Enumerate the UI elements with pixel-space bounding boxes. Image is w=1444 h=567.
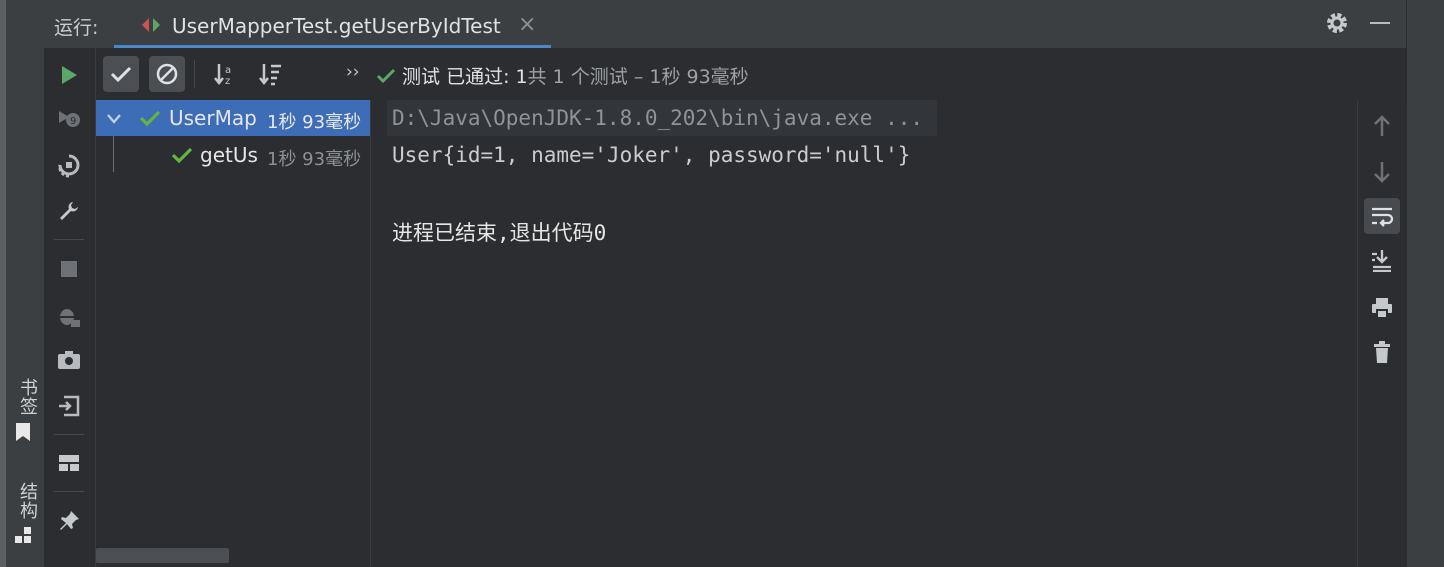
stop-icon[interactable] [54, 254, 84, 284]
tree-row-class[interactable]: UserMap 1秒 93毫秒 [96, 100, 370, 136]
soft-wrap-icon[interactable] [1364, 198, 1400, 234]
tree-horizontal-scrollbar[interactable] [96, 548, 229, 563]
console-line-exit: 进程已结束,退出代码0 [392, 221, 607, 245]
gear-icon[interactable] [1324, 10, 1350, 40]
show-ignored-toggle[interactable] [149, 56, 185, 92]
test-tree: UserMap 1秒 93毫秒 getUs 1秒 93毫秒 [96, 100, 371, 567]
status-detail-text: 共 1 个测试 – 1秒 93毫秒 [527, 66, 749, 88]
toolbar-separator [194, 60, 195, 88]
rerun-failed-icon[interactable]: 9 [54, 105, 84, 135]
console-line-command: D:\Java\OpenJDK-1.8.0_202\bin\java.exe .… [392, 106, 924, 130]
sort-by-duration-icon[interactable] [252, 56, 288, 92]
run-window-header: 运行: UserMapperTest.getUserByIdTest × [44, 0, 1406, 49]
test-toolbar: az ›› 测试 已通过: 1共 1 个测试 – 1秒 93毫秒 [96, 48, 1406, 101]
run-vertical-toolbar: 9 [44, 48, 96, 567]
toolbar-separator [54, 239, 84, 240]
structure-label: 结构 [17, 482, 38, 520]
ignored-icon [156, 63, 178, 85]
svg-text:z: z [225, 76, 230, 87]
run-config-tab[interactable]: UserMapperTest.getUserByIdTest × [114, 0, 551, 48]
chevron-down-icon[interactable] [106, 110, 122, 129]
passed-check-icon [376, 68, 396, 84]
dump-threads-icon[interactable] [54, 301, 84, 331]
svg-text:9: 9 [70, 116, 76, 127]
more-chevron-icon[interactable]: ›› [346, 62, 360, 82]
console-line-output: User{id=1, name='Joker', password='null'… [392, 143, 911, 167]
trash-icon[interactable] [1364, 334, 1400, 370]
wrench-icon[interactable] [54, 196, 84, 226]
tree-item-time: 1秒 93毫秒 [267, 149, 362, 170]
console-toolbar [1357, 100, 1407, 567]
arrow-down-icon[interactable] [1364, 154, 1400, 190]
toolbar-separator [54, 434, 84, 435]
camera-icon[interactable] [54, 345, 84, 375]
right-tool-strip [1406, 0, 1444, 567]
tab-title: UserMapperTest.getUserByIdTest [172, 14, 501, 38]
passed-check-icon [171, 146, 193, 168]
close-icon[interactable]: × [518, 12, 536, 37]
import-icon[interactable] [54, 391, 84, 421]
sort-alphabetically-icon[interactable]: az [207, 56, 243, 92]
toolbar-separator [54, 491, 84, 492]
run-label: 运行: [54, 17, 99, 39]
editor-left-strip: 书签 结构 [0, 0, 45, 567]
status-passed-text: 测试 已通过: 1 [402, 66, 528, 88]
rerun-icon[interactable] [54, 60, 84, 90]
svg-text:a: a [225, 65, 231, 76]
test-status-summary: 测试 已通过: 1共 1 个测试 – 1秒 93毫秒 [376, 62, 749, 89]
print-icon[interactable] [1364, 290, 1400, 326]
tree-row-method[interactable]: getUs 1秒 93毫秒 [96, 137, 370, 173]
scroll-to-end-icon[interactable] [1364, 242, 1400, 278]
minimize-icon[interactable] [1370, 22, 1390, 24]
tree-item-label: getUs [200, 143, 258, 167]
check-icon [110, 66, 132, 83]
editor-scroll-edge [0, 0, 6, 567]
bookmarks-label: 书签 [17, 378, 38, 416]
pin-icon[interactable] [54, 506, 84, 536]
layout-icon[interactable] [54, 448, 84, 478]
test-config-icon [140, 15, 162, 39]
passed-check-icon [139, 109, 161, 131]
console-output[interactable]: D:\Java\OpenJDK-1.8.0_202\bin\java.exe .… [371, 100, 1357, 567]
tree-item-time: 1秒 93毫秒 [267, 112, 362, 133]
arrow-up-icon[interactable] [1364, 108, 1400, 144]
show-passed-toggle[interactable] [103, 56, 139, 92]
toggle-auto-test-icon[interactable] [54, 151, 84, 181]
tree-item-label: UserMap [169, 106, 257, 130]
